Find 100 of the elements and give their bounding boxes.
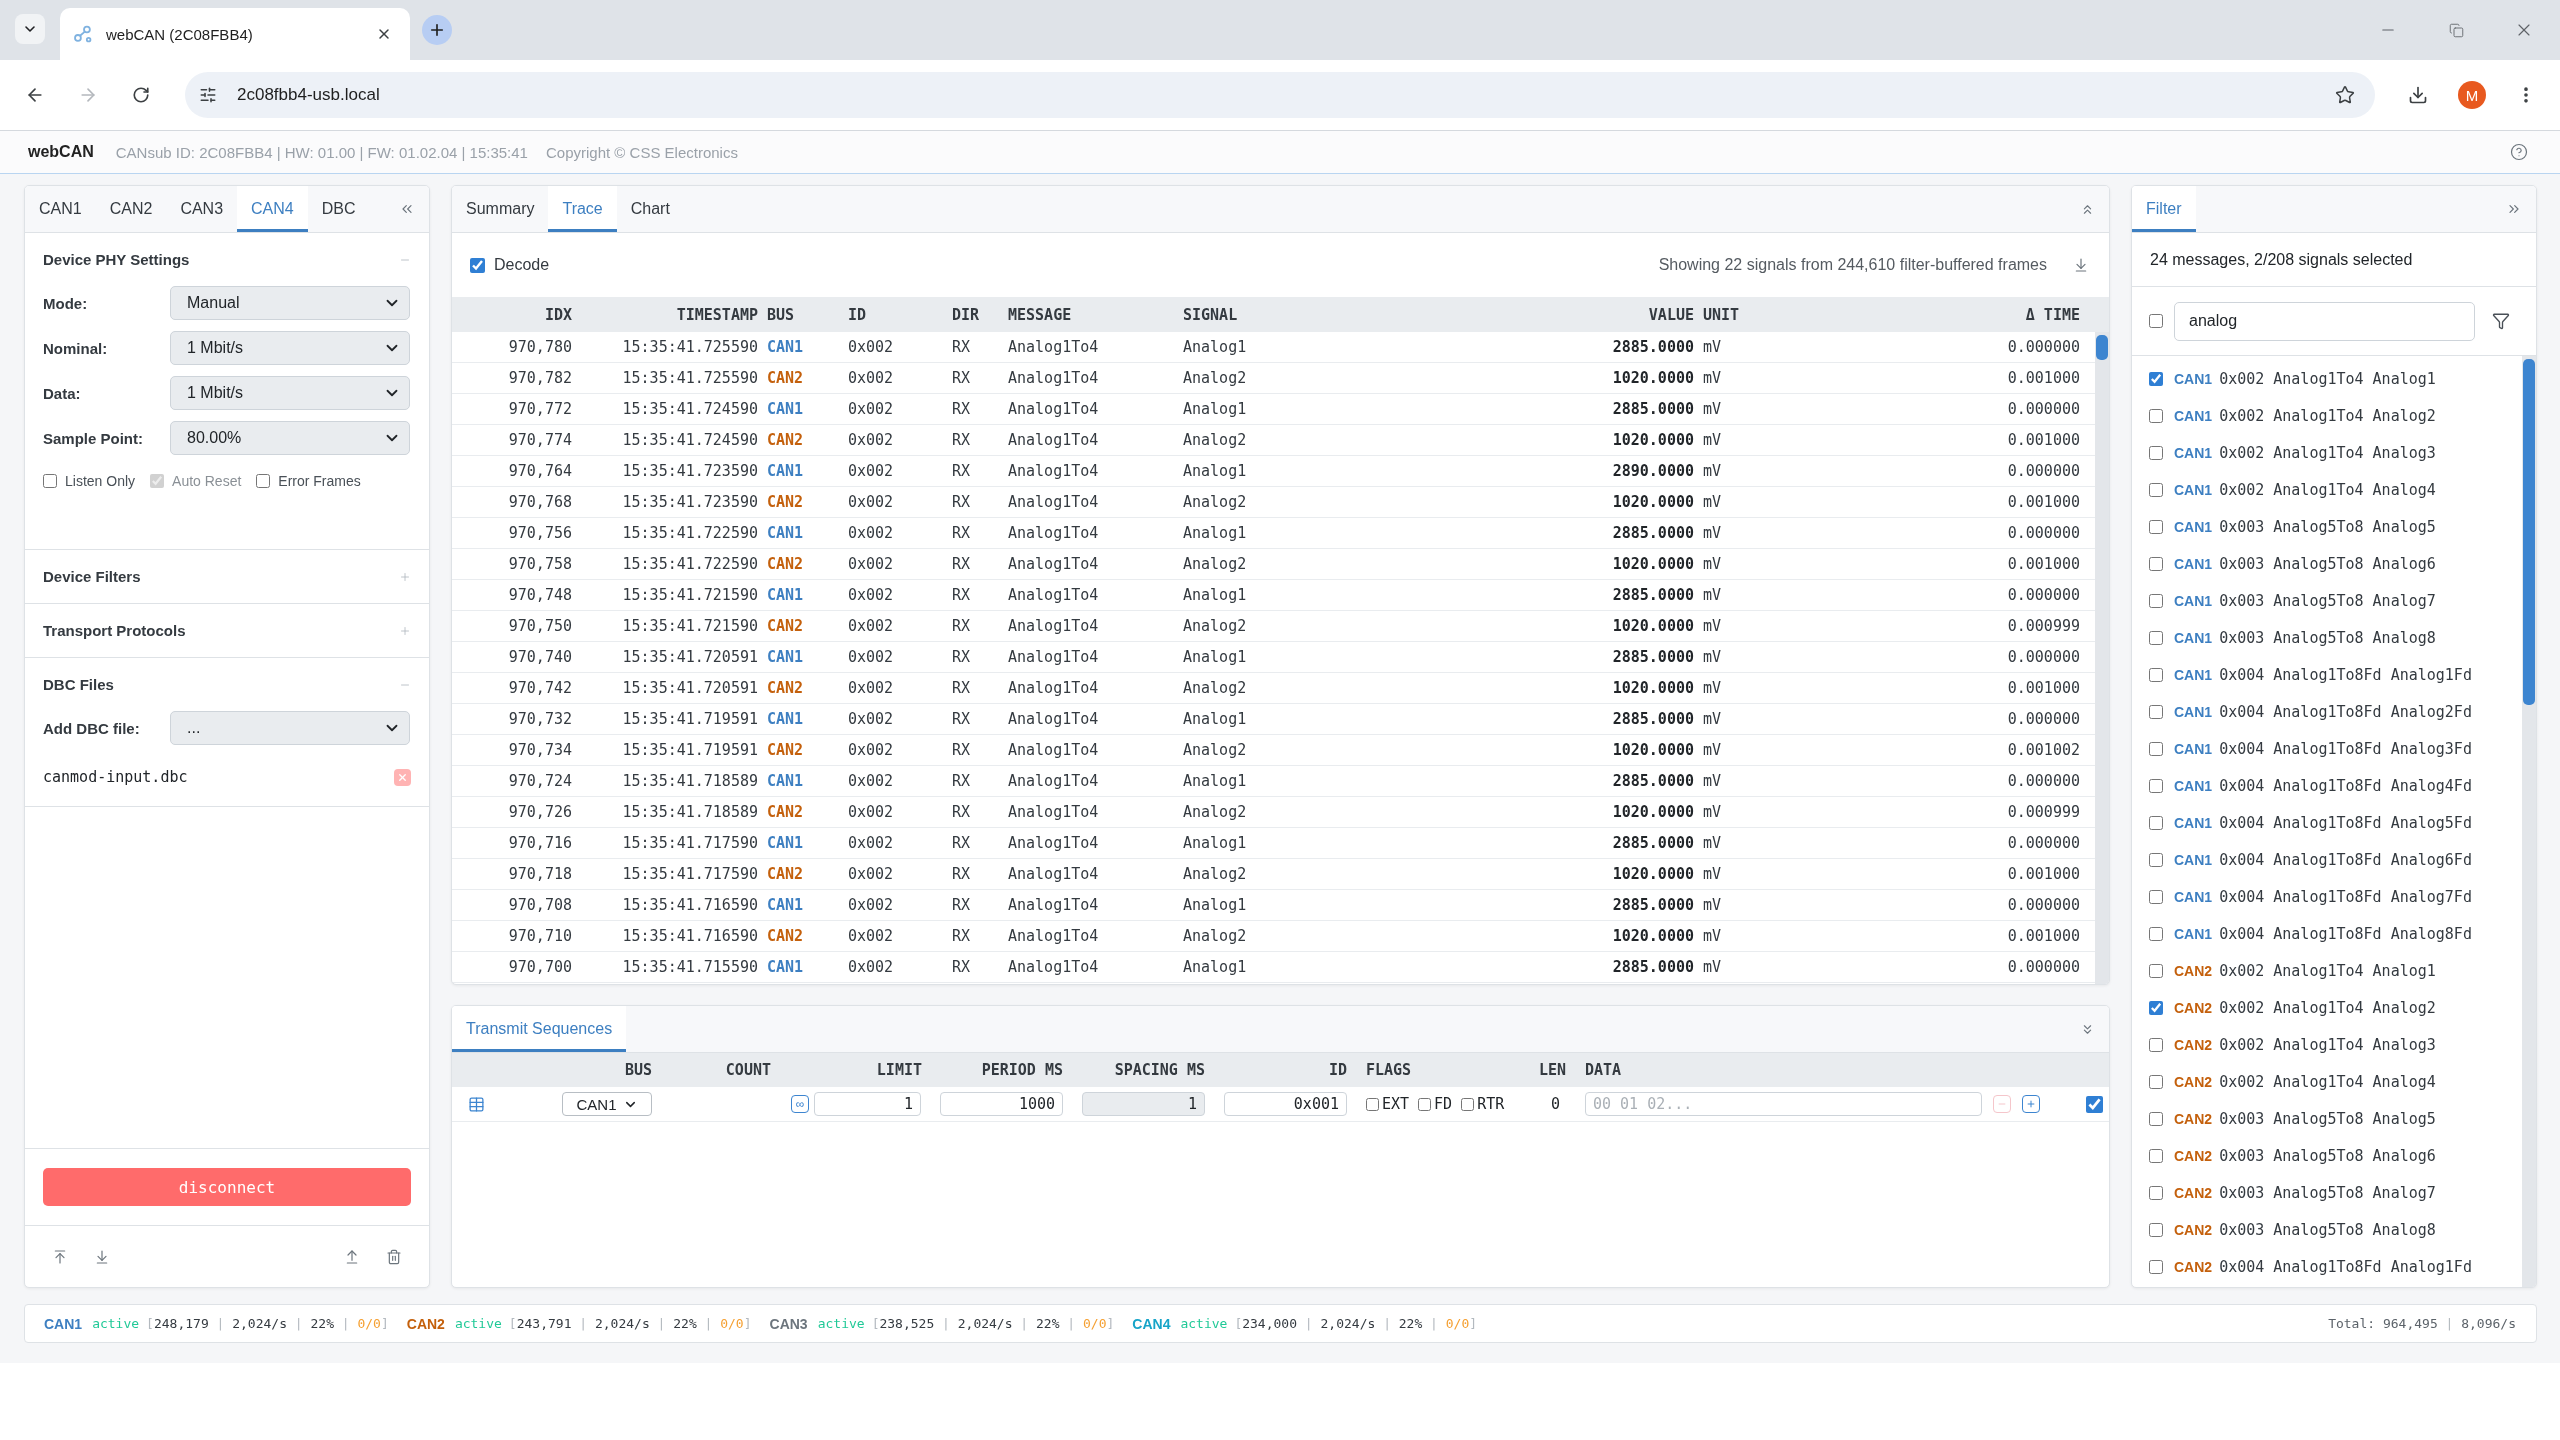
panel-tab[interactable]: Chart: [616, 186, 684, 232]
checkbox[interactable]: [2149, 519, 2163, 534]
panel-tab[interactable]: Transmit Sequences: [452, 1006, 627, 1052]
panel-tab[interactable]: CAN1: [25, 186, 96, 232]
dropdown[interactable]: ...: [170, 711, 410, 745]
trash-icon[interactable]: [386, 1248, 402, 1265]
message-id: 0x002: [848, 679, 894, 697]
row-index: 970,742: [508, 679, 572, 697]
message-id: 0x003: [2219, 1109, 2265, 1128]
checkbox[interactable]: [2149, 1000, 2163, 1015]
checkbox[interactable]: [43, 474, 57, 488]
checkbox[interactable]: [2149, 482, 2163, 497]
checkbox[interactable]: [1461, 1097, 1475, 1111]
add-button[interactable]: [2022, 1095, 2040, 1113]
bus-dropdown[interactable]: CAN1: [562, 1092, 652, 1116]
new-tab-button[interactable]: [422, 15, 452, 45]
infinity-button[interactable]: ∞: [791, 1095, 809, 1113]
checkbox[interactable]: [2149, 556, 2163, 571]
signal-name: Analog6Fd: [2390, 850, 2472, 869]
checkbox[interactable]: [2149, 1074, 2163, 1089]
checkbox[interactable]: [2149, 593, 2163, 608]
arrow-up-to-line-icon[interactable]: [52, 1248, 68, 1265]
upload-icon[interactable]: [344, 1248, 360, 1265]
tab-list-button[interactable]: [15, 14, 45, 44]
scrollbar[interactable]: [2522, 356, 2536, 1287]
signal-name: Analog4: [2372, 480, 2436, 499]
close-icon[interactable]: [376, 26, 392, 42]
select-all-checkbox[interactable]: [2149, 314, 2163, 328]
restore-icon[interactable]: [2448, 22, 2464, 38]
bus-name: CAN1: [767, 710, 804, 728]
dropdown[interactable]: 80.00%: [170, 421, 410, 455]
total-stats: Total: 964,495 | 8,096/s: [2328, 1316, 2516, 1331]
panel-tab[interactable]: CAN2: [95, 186, 167, 232]
checkbox[interactable]: [2149, 1148, 2163, 1163]
checkbox[interactable]: [2149, 1111, 2163, 1126]
row-index: 970,724: [508, 772, 572, 790]
timestamp: 15:35:41.719591: [622, 710, 758, 728]
panel-tab[interactable]: CAN3: [166, 186, 238, 232]
dropdown[interactable]: 1 Mbit/s: [170, 331, 410, 365]
checkbox[interactable]: [2149, 445, 2163, 460]
checkbox[interactable]: [2086, 1095, 2103, 1113]
scrollbar[interactable]: [2095, 332, 2109, 984]
checkbox[interactable]: [2149, 1259, 2163, 1274]
help-icon[interactable]: [2510, 143, 2528, 161]
checkbox[interactable]: [1418, 1097, 1432, 1111]
checkbox[interactable]: [2149, 1037, 2163, 1052]
id-input[interactable]: 0x001: [1224, 1092, 1347, 1116]
browser-tab[interactable]: webCAN (2C08FBB4): [60, 8, 410, 60]
message-id: 0x002: [848, 865, 894, 883]
checkbox-label: Error Frames: [278, 473, 361, 489]
decode-checkbox[interactable]: [470, 257, 485, 273]
bus-stats: [238,525 | 2,024/s | 22% | 0/0]: [871, 1316, 1115, 1331]
panel-tab[interactable]: DBC: [307, 186, 370, 232]
data-input[interactable]: 00 01 02...: [1585, 1092, 1982, 1116]
profile-avatar[interactable]: M: [2458, 81, 2486, 109]
checkbox[interactable]: [2149, 778, 2163, 793]
address-bar[interactable]: 2c08fbb4-usb.local: [185, 72, 2375, 118]
delta-time: 0.000000: [2007, 710, 2080, 728]
unit: mV: [1703, 493, 1722, 511]
delta-time: 0.000000: [2007, 958, 2080, 976]
dropdown[interactable]: Manual: [170, 286, 410, 320]
table-icon[interactable]: [468, 1095, 485, 1113]
period-input[interactable]: 1000: [940, 1092, 1063, 1116]
message-id: 0x002: [848, 710, 894, 728]
reload-icon[interactable]: [132, 86, 150, 104]
checkbox[interactable]: [2149, 1185, 2163, 1200]
filter-icon[interactable]: [2492, 312, 2510, 330]
bus-name: CAN1: [2174, 666, 2213, 683]
scrollbar-thumb[interactable]: [2096, 335, 2108, 360]
scrollbar-thumb[interactable]: [2523, 359, 2535, 705]
checkbox[interactable]: [2149, 371, 2163, 386]
checkbox[interactable]: [2149, 963, 2163, 978]
checkbox[interactable]: [2149, 704, 2163, 719]
panel-tab[interactable]: Filter: [2132, 186, 2196, 232]
checkbox[interactable]: [2149, 667, 2163, 682]
row-index: 970,782: [508, 369, 572, 387]
checkbox[interactable]: [2149, 852, 2163, 867]
panel-tab[interactable]: Summary: [452, 186, 549, 232]
search-field[interactable]: analog: [2174, 301, 2475, 341]
star-icon[interactable]: [2335, 85, 2355, 105]
message-id: 0x002: [848, 772, 894, 790]
sliders-icon[interactable]: [199, 86, 217, 104]
limit-input[interactable]: 1: [814, 1092, 921, 1116]
checkbox[interactable]: [1366, 1097, 1379, 1111]
checkbox[interactable]: [256, 474, 271, 488]
checkbox[interactable]: [2149, 889, 2163, 904]
bus-name: CAN2: [767, 617, 804, 635]
checkbox[interactable]: [2149, 815, 2163, 830]
panel-tab[interactable]: CAN4: [237, 186, 308, 232]
checkbox[interactable]: [2149, 1222, 2163, 1237]
panel-tab[interactable]: Trace: [548, 186, 617, 232]
checkbox[interactable]: [2149, 630, 2163, 645]
download-icon[interactable]: [2408, 85, 2428, 105]
direction: RX: [952, 400, 971, 418]
column-header: COUNT: [725, 1061, 771, 1079]
signal-value: 2885.0000: [1612, 338, 1694, 356]
checkbox[interactable]: [2149, 926, 2163, 941]
dropdown[interactable]: 1 Mbit/s: [170, 376, 410, 410]
checkbox[interactable]: [2149, 408, 2163, 423]
checkbox[interactable]: [2149, 741, 2163, 756]
